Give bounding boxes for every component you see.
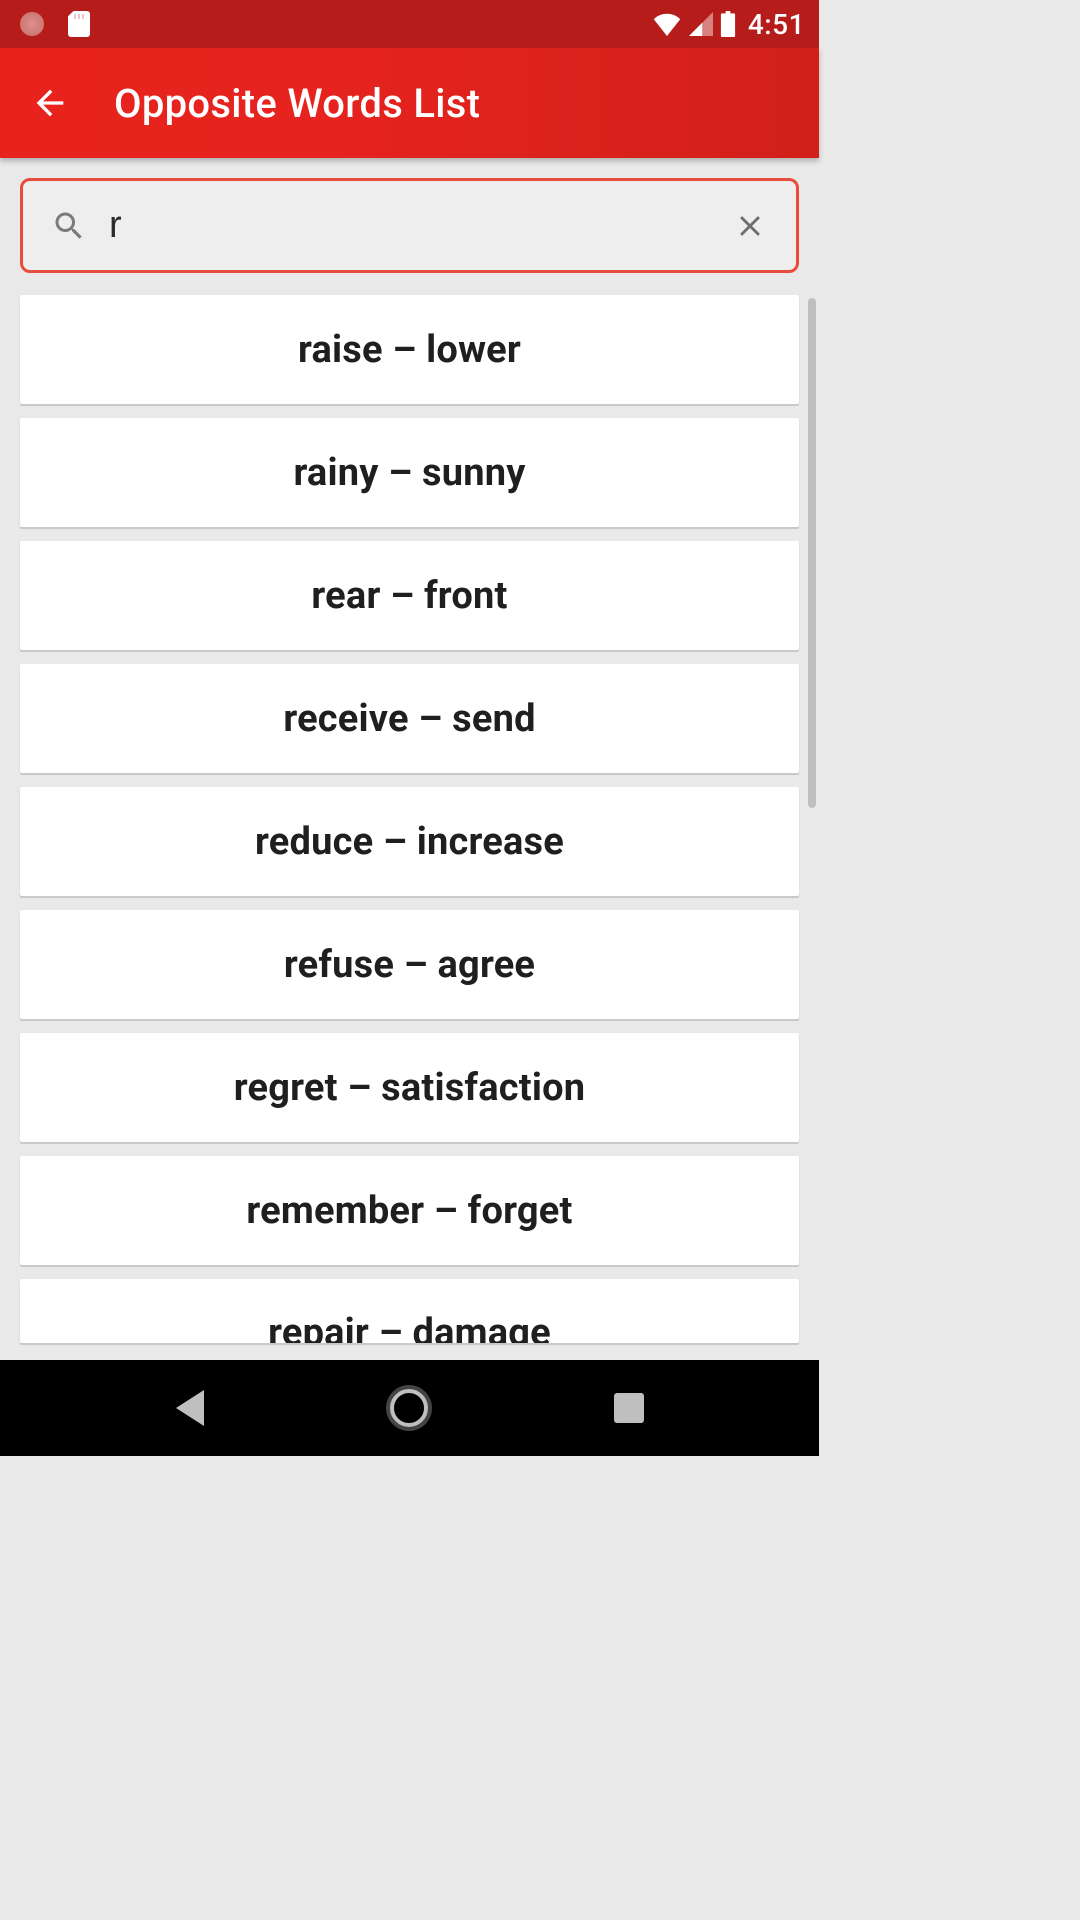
close-icon	[733, 209, 767, 243]
search-container	[20, 178, 799, 273]
list-item[interactable]: receive – send	[20, 664, 799, 773]
list-item-label: rear – front	[311, 574, 507, 618]
nav-back-button[interactable]	[150, 1378, 230, 1438]
system-nav-bar	[0, 1360, 819, 1456]
content-area: raise – lower rainy – sunny rear – front…	[0, 158, 819, 1360]
list-item[interactable]: remember – forget	[20, 1156, 799, 1265]
list-item-label: raise – lower	[298, 328, 521, 372]
scrollbar[interactable]	[808, 298, 816, 808]
list-item[interactable]: raise – lower	[20, 295, 799, 404]
nav-recent-button[interactable]	[589, 1378, 669, 1438]
search-icon	[51, 208, 87, 244]
status-bar: 4:51	[0, 0, 819, 48]
list-item-label: regret – satisfaction	[234, 1066, 585, 1110]
nav-recent-icon	[614, 1393, 644, 1423]
clear-search-button[interactable]	[724, 200, 776, 252]
battery-icon	[720, 11, 736, 37]
list-item-label: remember – forget	[246, 1189, 572, 1233]
search-input[interactable]	[109, 204, 724, 247]
list-item[interactable]: rear – front	[20, 541, 799, 650]
list-item-label: refuse – agree	[284, 943, 535, 987]
back-button[interactable]	[18, 71, 82, 135]
list-item-label: repair – damage	[268, 1311, 551, 1343]
status-time: 4:51	[748, 8, 805, 41]
wifi-icon	[652, 12, 682, 36]
cellular-icon	[688, 12, 714, 36]
process-icon	[20, 12, 44, 36]
list-item[interactable]: regret – satisfaction	[20, 1033, 799, 1142]
list-item[interactable]: rainy – sunny	[20, 418, 799, 527]
list-item-label: rainy – sunny	[293, 451, 525, 495]
nav-home-icon	[390, 1389, 428, 1427]
list-item[interactable]: reduce – increase	[20, 787, 799, 896]
list-item-label: reduce – increase	[255, 820, 564, 864]
nav-back-icon	[176, 1390, 204, 1426]
word-list: raise – lower rainy – sunny rear – front…	[20, 295, 799, 1343]
list-item-label: receive – send	[283, 697, 535, 741]
sd-card-icon	[68, 11, 90, 37]
app-bar: Opposite Words List	[0, 48, 819, 158]
page-title: Opposite Words List	[114, 80, 480, 127]
list-item[interactable]: repair – damage	[20, 1279, 799, 1343]
list-item[interactable]: refuse – agree	[20, 910, 799, 1019]
nav-home-button[interactable]	[369, 1378, 449, 1438]
arrow-left-icon	[30, 83, 70, 123]
